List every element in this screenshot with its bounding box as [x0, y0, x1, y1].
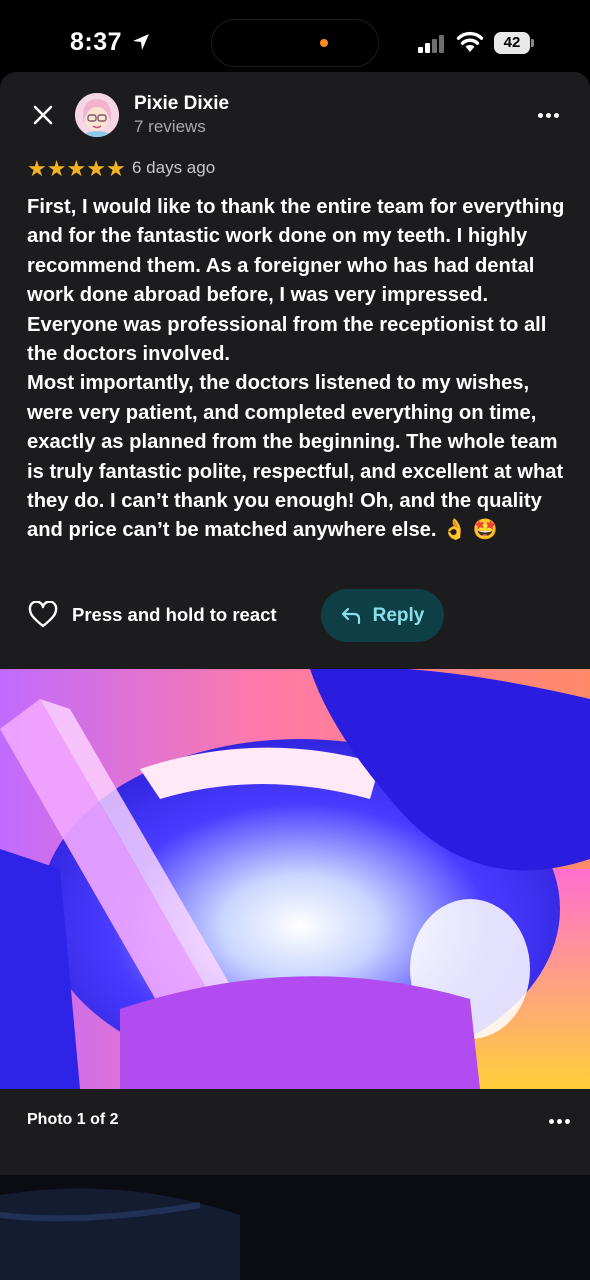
- star-icon: ★: [105, 156, 126, 181]
- reply-label: Reply: [372, 604, 425, 626]
- react-label: Press and hold to react: [72, 604, 277, 625]
- close-icon: [33, 105, 53, 125]
- star-rating: ★ ★ ★ ★ ★: [27, 157, 126, 181]
- next-photo-image: [0, 1175, 590, 1280]
- star-icon: ★: [66, 156, 87, 181]
- status-bar: 8:37 42: [0, 0, 590, 72]
- reviewer-avatar[interactable]: [75, 93, 119, 137]
- star-icon: ★: [27, 156, 47, 181]
- battery-level: 42: [503, 34, 521, 51]
- review-photo[interactable]: [0, 669, 590, 1089]
- cellular-signal-icon: [418, 35, 444, 53]
- wifi-icon: [456, 31, 484, 52]
- more-options-button[interactable]: [530, 103, 566, 127]
- location-arrow-icon: [133, 34, 149, 50]
- reviewer-name[interactable]: Pixie Dixie: [134, 93, 229, 115]
- close-button[interactable]: [28, 100, 58, 130]
- review-date: 6 days ago: [132, 158, 216, 177]
- more-dots-icon: [537, 112, 543, 118]
- dynamic-island: [211, 19, 379, 67]
- reviewer-review-count: 7 reviews: [134, 117, 206, 136]
- photo-caption: Photo 1 of 2: [27, 1111, 119, 1128]
- battery-icon: 42: [494, 32, 534, 54]
- star-icon: ★: [46, 156, 67, 181]
- more-dots-icon: [548, 1118, 554, 1124]
- review-text: First, I would like to thank the entire …: [27, 196, 565, 542]
- next-photo-preview[interactable]: [0, 1175, 590, 1280]
- reply-button[interactable]: Reply: [321, 589, 444, 642]
- photo-more-options-button[interactable]: [542, 1110, 576, 1132]
- activity-indicator-dot: [320, 39, 328, 47]
- heart-icon: [28, 601, 58, 628]
- status-time: 8:37: [70, 28, 123, 56]
- avatar-illustration: [75, 93, 119, 137]
- reply-arrow-icon: [341, 607, 360, 624]
- dental-photo-image: [0, 669, 590, 1089]
- star-icon: ★: [86, 156, 106, 181]
- react-button[interactable]: Press and hold to react: [28, 600, 277, 630]
